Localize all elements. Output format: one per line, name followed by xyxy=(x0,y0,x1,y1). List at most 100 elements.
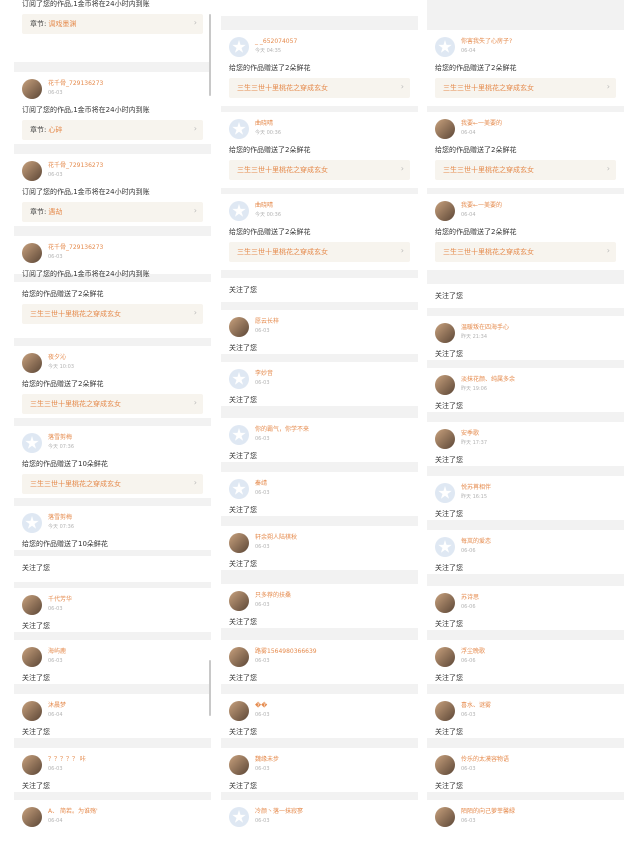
notification-card[interactable]: 淡抹花颜、纯属多余 昨天 19:06 关注了您 xyxy=(427,368,624,412)
user-info[interactable]: 安季歌 昨天 17:37 xyxy=(435,429,620,451)
notification-card[interactable]: 每岚的爱恋 06-06 关注了您 xyxy=(427,530,624,574)
notification-card[interactable]: 愿云长梓 06-03 关注了您 xyxy=(221,310,418,354)
user-info[interactable]: �� 06-03 xyxy=(229,701,414,723)
avatar[interactable] xyxy=(22,807,42,827)
user-name[interactable]: 陌陌的向己萝莘馨緑 xyxy=(461,807,515,816)
user-info[interactable]: 喜水、谜雾 06-03 xyxy=(435,701,620,723)
book-link[interactable]: 三生三世十里桃花之穿成玄女 › xyxy=(22,474,203,494)
user-name[interactable]: A、 简若。为谁殇' xyxy=(48,807,98,816)
notification-card[interactable]: 夜夕沁 今天 10:03 给您的作品赠送了2朵鲜花 三生三世十里桃花之穿成玄女 › xyxy=(14,346,211,418)
notification-card[interactable]: 只多荐的扶桑 06-03 关注了您 xyxy=(221,584,418,628)
notification-card[interactable]: 花千骨_729136273 06-03 订阅了您的作品,1金币将在24小时内到账 xyxy=(14,236,211,278)
user-info[interactable]: 海屿鹿 06-03 xyxy=(22,647,207,669)
user-name[interactable]: 只多荐的扶桑 xyxy=(255,591,291,600)
notification-card[interactable]: ？？？？？ 咔 06-03 关注了您 xyxy=(14,748,211,792)
notification-card[interactable]: 温暖叛在四海手心 昨天 21:34 关注了您 xyxy=(427,316,624,360)
user-name[interactable]: 冷颜丶落一抹寂寥 xyxy=(255,807,303,816)
notification-card[interactable]: 给您的作品赠送了2朵鲜花 三生三世十里桃花之穿成玄女 › xyxy=(14,282,211,338)
user-info[interactable]: 花千骨_729136273 06-03 xyxy=(22,79,207,101)
notification-card[interactable]: 花千骨_729136273 06-03 订阅了您的作品,1金币将在24小时内到账 章节… xyxy=(14,154,211,226)
user-info[interactable]: 温暖叛在四海手心 昨天 21:34 xyxy=(435,323,620,345)
avatar[interactable] xyxy=(22,647,42,667)
notification-card[interactable]: A、 简若。为谁殇' 06-04 xyxy=(14,800,211,844)
avatar[interactable] xyxy=(435,807,455,827)
notification-card[interactable] xyxy=(221,0,418,16)
avatar[interactable] xyxy=(22,353,42,373)
avatar[interactable] xyxy=(22,161,42,181)
avatar[interactable] xyxy=(435,537,455,557)
notification-card[interactable]: 路雾1564980366639 06-03 关注了您 xyxy=(221,640,418,684)
user-name[interactable]: 我要←一美要的 xyxy=(461,201,502,210)
user-info[interactable]: _ _652074057 今天 04:35 xyxy=(229,37,414,59)
avatar[interactable] xyxy=(229,425,249,445)
avatar[interactable] xyxy=(229,369,249,389)
avatar[interactable] xyxy=(22,243,42,263)
user-info[interactable]: A、 简若。为谁殇' 06-04 xyxy=(22,807,207,829)
user-name[interactable]: 你害我失了心房子? xyxy=(461,37,512,46)
user-name[interactable]: _ _652074057 xyxy=(255,37,297,46)
user-name[interactable]: 路雾1564980366639 xyxy=(255,647,317,656)
avatar[interactable] xyxy=(229,317,249,337)
user-name[interactable]: 花千骨_729136273 xyxy=(48,161,103,170)
user-info[interactable]: 苏诗思 06-06 xyxy=(435,593,620,615)
user-name[interactable]: 悦苏苒相伴 xyxy=(461,483,491,492)
user-info[interactable]: 愿云长梓 06-03 xyxy=(229,317,414,339)
user-name[interactable]: 花千骨_729136273 xyxy=(48,243,103,252)
user-name[interactable]: 安季歌 xyxy=(461,429,479,438)
book-link[interactable]: 三生三世十里桃花之穿成玄女 › xyxy=(22,394,203,414)
scrollbar[interactable] xyxy=(209,660,211,716)
user-info[interactable]: 魏缘未步 06-03 xyxy=(229,755,414,777)
user-name[interactable]: 海屿鹿 xyxy=(48,647,66,656)
avatar[interactable] xyxy=(435,483,455,503)
user-info[interactable]: 悦苏苒相伴 昨天 16:15 xyxy=(435,483,620,505)
notification-card[interactable]: 悦苏苒相伴 昨天 16:15 关注了您 xyxy=(427,476,624,520)
avatar[interactable] xyxy=(229,37,249,57)
notification-card[interactable]: 千代芳华 06-03 关注了您 xyxy=(14,588,211,632)
avatar[interactable] xyxy=(229,533,249,553)
notification-card[interactable]: 陌陌的向己萝莘馨緑 06-03 xyxy=(427,800,624,844)
avatar[interactable] xyxy=(435,647,455,667)
user-name[interactable]: 秦靖 xyxy=(255,479,267,488)
notification-card[interactable]: 你的霸气，你学不来 06-03 关注了您 xyxy=(221,418,418,462)
user-info[interactable]: 曲晓晴 今天 00:36 xyxy=(229,119,414,141)
user-info[interactable]: 花千骨_729136273 06-03 xyxy=(22,161,207,183)
user-name[interactable]: 曲晓晴 xyxy=(255,119,273,128)
book-link[interactable]: 三生三世十里桃花之穿成玄女 › xyxy=(435,242,616,262)
user-info[interactable]: 冷颜丶落一抹寂寥 06-03 xyxy=(229,807,414,829)
notification-card[interactable]: 曲晓晴 今天 00:36 给您的作品赠送了2朵鲜花 三生三世十里桃花之穿成玄女 › xyxy=(221,194,418,270)
user-name[interactable]: 千代芳华 xyxy=(48,595,72,604)
user-info[interactable]: 夜夕沁 今天 10:03 xyxy=(22,353,207,375)
user-info[interactable]: 每岚的爱恋 06-06 xyxy=(435,537,620,559)
user-info[interactable]: 落雪剪梅 今天 07:36 xyxy=(22,513,207,535)
user-info[interactable]: 轩余朔人陆棋秋 06-03 xyxy=(229,533,414,555)
notification-card[interactable]: 你害我失了心房子? 06-04 给您的作品赠送了2朵鲜花 三生三世十里桃花之穿成玄女 › xyxy=(427,30,624,106)
avatar[interactable] xyxy=(229,119,249,139)
user-name[interactable]: 轩余朔人陆棋秋 xyxy=(255,533,297,542)
notification-card[interactable]: 落雪剪梅 今天 07:36 给您的作品赠送了10朵鲜花 三生三世十里桃花之穿成玄女 › xyxy=(14,426,211,498)
notification-card[interactable]: 李妙音 06-03 关注了您 xyxy=(221,362,418,406)
book-link[interactable]: 三生三世十里桃花之穿成玄女 › xyxy=(435,78,616,98)
notification-card[interactable]: 魏缘未步 06-03 关注了您 xyxy=(221,748,418,792)
user-info[interactable]: 李妙音 06-03 xyxy=(229,369,414,391)
avatar[interactable] xyxy=(22,513,42,533)
notification-card[interactable]: 喜水、谜雾 06-03 关注了您 xyxy=(427,694,624,738)
notification-card[interactable]: 落雪剪梅 今天 07:36 给您的作品赠送了10朵鲜花 xyxy=(14,506,211,550)
notification-card[interactable]: 花千骨_729136273 06-03 订阅了您的作品,1金币将在24小时内到账 章节… xyxy=(14,72,211,144)
user-name[interactable]: 淡抹花颜、纯属多余 xyxy=(461,375,515,384)
avatar[interactable] xyxy=(435,375,455,395)
avatar[interactable] xyxy=(229,755,249,775)
avatar[interactable] xyxy=(435,37,455,57)
notification-card[interactable]: 我要←一美要的 06-04 给您的作品赠送了2朵鲜花 三生三世十里桃花之穿成玄女 › xyxy=(427,112,624,188)
user-info[interactable]: 路雾1564980366639 06-03 xyxy=(229,647,414,669)
avatar[interactable] xyxy=(435,593,455,613)
notification-card[interactable]: 冷颜丶落一抹寂寥 06-03 xyxy=(221,800,418,844)
user-info[interactable]: 我要←一美要的 06-04 xyxy=(435,119,620,141)
user-info[interactable]: 落雪剪梅 今天 07:36 xyxy=(22,433,207,455)
notification-card[interactable]: 沐晨梦 06-04 关注了您 xyxy=(14,694,211,738)
user-info[interactable]: 淡抹花颜、纯属多余 昨天 19:06 xyxy=(435,375,620,397)
user-name[interactable]: 曲晓晴 xyxy=(255,201,273,210)
notification-card[interactable]: 安季歌 昨天 17:37 关注了您 xyxy=(427,422,624,466)
book-link[interactable]: 三生三世十里桃花之穿成玄女 › xyxy=(229,160,410,180)
avatar[interactable] xyxy=(22,433,42,453)
avatar[interactable] xyxy=(435,119,455,139)
